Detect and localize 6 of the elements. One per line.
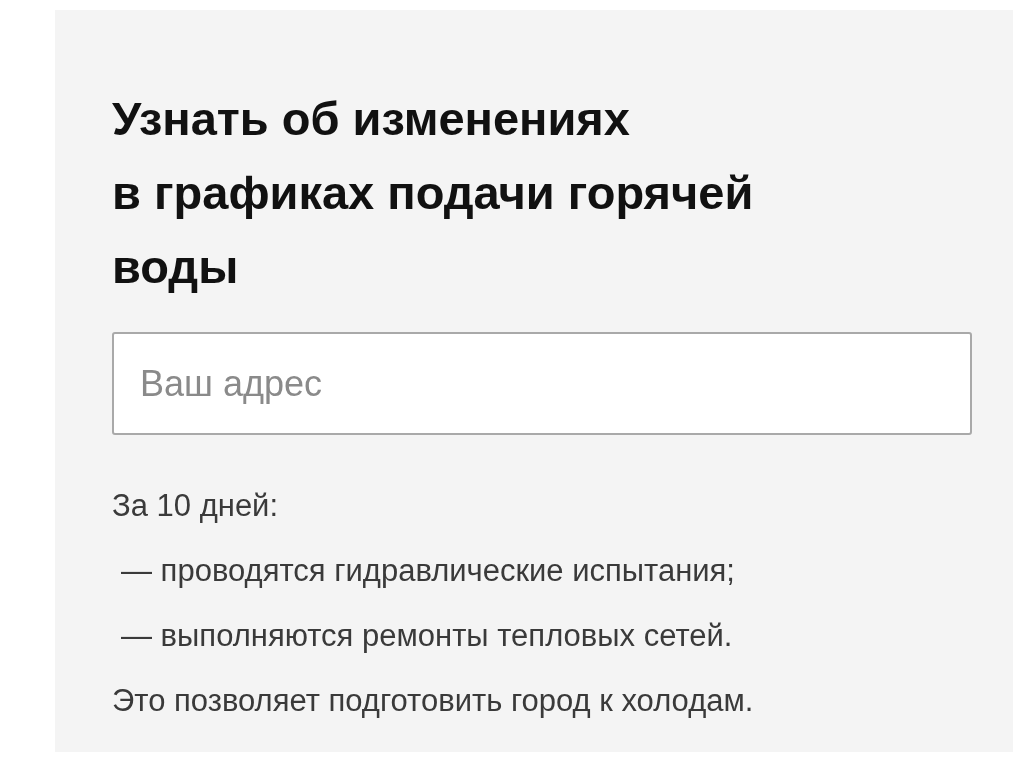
intro-text: За 10 дней:: [112, 487, 280, 525]
list-item-text: — проводятся гидравлические испытания;: [120, 552, 736, 590]
address-input-field[interactable]: Ваш адрес: [112, 332, 972, 435]
list-item-text: — выполняются ремонты тепловых сетей.: [120, 617, 734, 655]
note-text: Это позволяет подготовить город к холодам.: [112, 682, 755, 720]
heading: Узнать об изменениях в графиках подачи горячей воды: [112, 91, 755, 295]
